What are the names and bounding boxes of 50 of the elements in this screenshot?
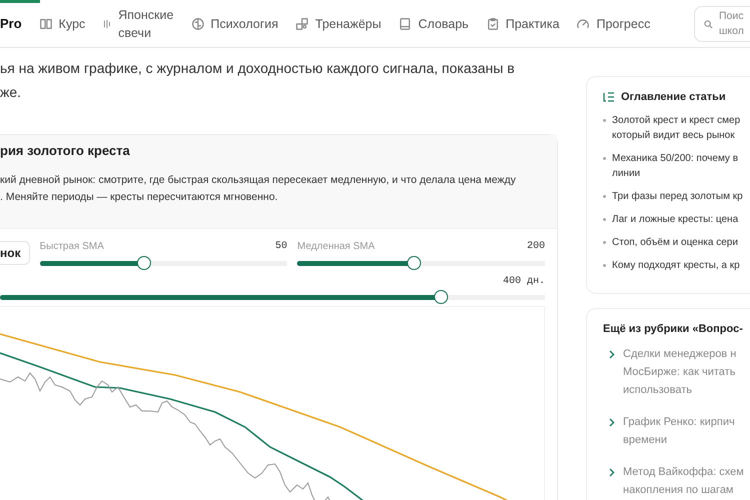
brand-logo[interactable]: Pro [0, 16, 22, 31]
bullet-icon [603, 241, 606, 244]
slider-thumb[interactable] [136, 256, 151, 270]
nav-link[interactable]: Словарь [398, 14, 469, 32]
nav-link[interactable]: Практика [486, 14, 560, 32]
toc-link[interactable]: Стоп, объём и оценка сери [603, 235, 750, 250]
list-icon [603, 92, 615, 102]
toc-link[interactable]: Золотой крест и крест смер который видит весь рынок [603, 113, 750, 143]
bullet-icon [603, 218, 606, 221]
slider-value: 50 [275, 241, 288, 252]
clipboard-icon [486, 16, 500, 30]
market-button[interactable]: нок [0, 241, 30, 265]
period-value: 400 дн. [502, 276, 545, 287]
book-icon [38, 16, 53, 30]
candles-icon [102, 18, 112, 28]
toc-link[interactable]: Три фазы перед золотым кр [603, 189, 750, 204]
slider-label: Медленная SMA [297, 241, 375, 252]
bullet-icon [603, 157, 606, 160]
bullet-icon [603, 264, 606, 267]
slider-label: Быстрая SMA [40, 241, 104, 252]
nav-link[interactable]: Психология [190, 14, 278, 32]
widget-title: рия золотого креста [0, 143, 131, 158]
nav-link[interactable]: Японские свечи [102, 6, 174, 42]
slider-thumb[interactable] [406, 256, 421, 270]
brain-icon [190, 16, 205, 30]
intro-paragraph: ья на живом графике, с журналом и доходностью каждого сигнала, показаны в же. [0, 59, 516, 102]
related-title: Ещё из рубрики «Вопрос- [603, 323, 743, 335]
related-link[interactable]: Метод Вайкоффа: схем накопления по шагам [609, 463, 750, 499]
related-link[interactable]: График Ренко: кирпич времени [609, 413, 750, 449]
gauge-icon [576, 16, 590, 30]
nav-link[interactable]: Тренажёры [295, 14, 382, 32]
chevron-icon [609, 350, 615, 359]
bullet-icon [603, 195, 606, 198]
related-link[interactable]: Сделки менеджеров н МосБирже: как читать использовать [609, 345, 750, 399]
toc-link[interactable]: Лаг и ложные кресты: цена [603, 212, 750, 227]
toc-link[interactable]: Механика 50/200: почему в линии [603, 151, 750, 181]
widget-description: кий дневной рынок: смотрите, где быстрая скользящая пересекает медленную, и что делала цена между . Меняйте периоды — кресты пересчитаются мгновенно. [0, 173, 517, 205]
chevron-icon [609, 418, 615, 427]
nav-link[interactable]: Прогресс [576, 14, 650, 32]
nav-link[interactable]: Курс [38, 14, 86, 32]
toc-title: Оглавление статьи [621, 91, 726, 103]
accent-bar [0, 0, 40, 3]
period-thumb[interactable] [434, 290, 448, 304]
slider-value: 200 [526, 241, 545, 252]
bullet-icon [603, 119, 606, 122]
book-icon [398, 16, 412, 30]
puzzle-icon [295, 16, 310, 30]
toc-link[interactable]: Кому подходят кресты, а кр [603, 258, 750, 273]
chevron-icon [609, 468, 615, 477]
search-field[interactable]: Поис школ [694, 6, 750, 42]
